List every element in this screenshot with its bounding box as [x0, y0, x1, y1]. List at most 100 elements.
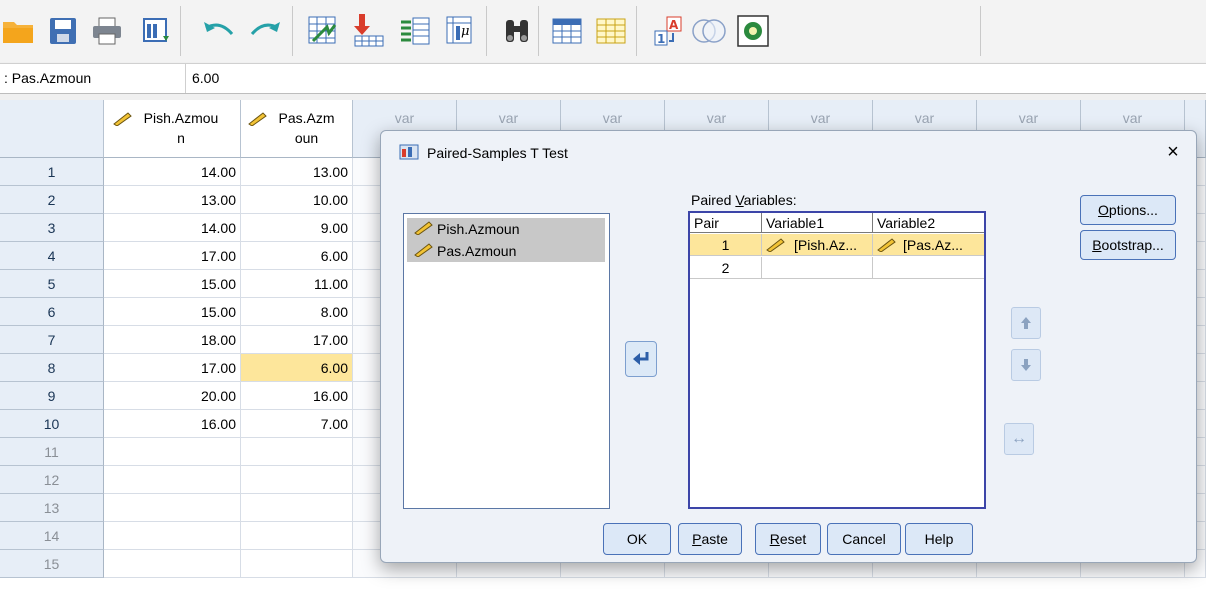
corner-header	[0, 100, 104, 158]
pair-variable1-value: [Pish.Az...	[794, 237, 858, 253]
row-number[interactable]: 12	[0, 466, 104, 494]
move-left-arrow-icon	[633, 352, 649, 365]
cell-reference: : Pas.Azmoun	[0, 64, 186, 93]
cell-pas[interactable]: 13.00	[241, 158, 353, 186]
cell-pish[interactable]	[104, 550, 241, 578]
undo-icon[interactable]	[200, 12, 238, 50]
row-number[interactable]: 5	[0, 270, 104, 298]
save-icon[interactable]	[44, 12, 82, 50]
paired-variables-table[interactable]: Pair Variable1 Variable2 1 [Pish.Az... […	[688, 211, 986, 509]
row-number[interactable]: 15	[0, 550, 104, 578]
row-number[interactable]: 14	[0, 522, 104, 550]
row-number[interactable]: 7	[0, 326, 104, 354]
pair-number-cell[interactable]: 2	[690, 257, 762, 279]
ok-button[interactable]: OK	[603, 523, 671, 555]
cell-pish[interactable]: 18.00	[104, 326, 241, 354]
pair-variable2-value: [Pas.Az...	[903, 237, 963, 253]
cell-pish[interactable]	[104, 438, 241, 466]
var-label: var	[498, 110, 519, 126]
add-on-icon[interactable]	[734, 12, 772, 50]
cell-pas[interactable]: 9.00	[241, 214, 353, 242]
row-number[interactable]: 8	[0, 354, 104, 382]
cell-pas[interactable]: 17.00	[241, 326, 353, 354]
print-icon[interactable]	[88, 12, 126, 50]
help-button[interactable]: Help	[905, 523, 973, 555]
source-variable-item[interactable]: Pish.Azmoun	[407, 218, 605, 240]
cell-pish[interactable]: 13.00	[104, 186, 241, 214]
row-number[interactable]: 10	[0, 410, 104, 438]
cell-pish[interactable]	[104, 494, 241, 522]
swap-pair-button[interactable]: ↔	[1004, 423, 1034, 455]
cancel-button[interactable]: Cancel	[827, 523, 901, 555]
pair-variable2-cell[interactable]: [Pas.Az...	[873, 234, 984, 256]
value-labels-icon[interactable]: A1	[650, 12, 688, 50]
cell-pas[interactable]	[241, 522, 353, 550]
sets-icon[interactable]	[690, 12, 728, 50]
cell-pas[interactable]	[241, 550, 353, 578]
cell-pish[interactable]	[104, 466, 241, 494]
close-icon[interactable]: ×	[1162, 141, 1184, 163]
var-label: var	[394, 110, 415, 126]
svg-text:μ: μ	[461, 24, 469, 39]
row-number[interactable]: 6	[0, 298, 104, 326]
swap-arrows-icon: ↔	[1011, 430, 1027, 447]
column-header-pish[interactable]: Pish.Azmou n	[104, 100, 241, 158]
source-variable-list[interactable]: Pish.Azmoun Pas.Azmoun	[403, 213, 610, 509]
insert-variable-icon[interactable]	[592, 12, 630, 50]
column-header-pas[interactable]: Pas.Azm oun	[241, 100, 353, 158]
pair-variable1-cell[interactable]: [Pish.Az...	[762, 234, 873, 256]
paired-variables-label: Paired Variables:	[691, 192, 797, 208]
row-number[interactable]: 3	[0, 214, 104, 242]
pair-number-cell[interactable]: 1	[690, 234, 762, 256]
cell-value-input[interactable]: 6.00	[192, 70, 219, 86]
cell-pas[interactable]	[241, 438, 353, 466]
row-number[interactable]: 11	[0, 438, 104, 466]
goto-variable-icon[interactable]	[350, 12, 388, 50]
variables-icon[interactable]	[396, 12, 434, 50]
row-number[interactable]: 4	[0, 242, 104, 270]
cell-pas[interactable]: 10.00	[241, 186, 353, 214]
row-number[interactable]: 2	[0, 186, 104, 214]
row-number[interactable]: 13	[0, 494, 104, 522]
pair-variable1-cell[interactable]	[762, 257, 873, 279]
cell-pish[interactable]: 14.00	[104, 214, 241, 242]
cell-pas[interactable]: 16.00	[241, 382, 353, 410]
move-down-button[interactable]	[1011, 349, 1041, 381]
paired-samples-dialog: Paired-Samples T Test × Pish.Azmoun Pas.…	[380, 130, 1197, 563]
cell-pish[interactable]: 15.00	[104, 298, 241, 326]
cell-pas[interactable]: 8.00	[241, 298, 353, 326]
source-variable-item[interactable]: Pas.Azmoun	[407, 240, 605, 262]
cell-pish[interactable]: 16.00	[104, 410, 241, 438]
cell-pish[interactable]: 17.00	[104, 242, 241, 270]
cell-pas[interactable]: 7.00	[241, 410, 353, 438]
dialog-recall-icon[interactable]	[138, 12, 176, 50]
insert-cases-icon[interactable]	[548, 12, 586, 50]
row-number[interactable]: 9	[0, 382, 104, 410]
cell-pas[interactable]: 11.00	[241, 270, 353, 298]
find-icon[interactable]	[498, 12, 536, 50]
reset-button[interactable]: Reset	[755, 523, 821, 555]
move-up-button[interactable]	[1011, 307, 1041, 339]
cell-pish[interactable]	[104, 522, 241, 550]
row-number[interactable]: 1	[0, 158, 104, 186]
scale-variable-icon	[877, 238, 896, 252]
cell-pish[interactable]: 15.00	[104, 270, 241, 298]
cell-pas[interactable]	[241, 466, 353, 494]
move-variable-button[interactable]	[625, 341, 657, 377]
cell-pas[interactable]: 6.00	[241, 242, 353, 270]
descriptive-stats-icon[interactable]: μ	[442, 12, 480, 50]
pair-variable2-cell[interactable]	[873, 257, 984, 279]
open-folder-icon[interactable]	[0, 12, 38, 50]
arrow-down-icon	[1021, 359, 1031, 371]
cell-pish[interactable]: 17.00	[104, 354, 241, 382]
cell-pas[interactable]: 6.00	[241, 354, 353, 382]
cell-pish[interactable]: 20.00	[104, 382, 241, 410]
var-label: var	[602, 110, 623, 126]
paste-button[interactable]: Paste	[678, 523, 742, 555]
redo-icon[interactable]	[246, 12, 284, 50]
cell-pish[interactable]: 14.00	[104, 158, 241, 186]
options-button[interactable]: Options...	[1080, 195, 1176, 225]
cell-pas[interactable]	[241, 494, 353, 522]
goto-case-icon[interactable]	[304, 12, 342, 50]
bootstrap-button[interactable]: Bootstrap...	[1080, 230, 1176, 260]
